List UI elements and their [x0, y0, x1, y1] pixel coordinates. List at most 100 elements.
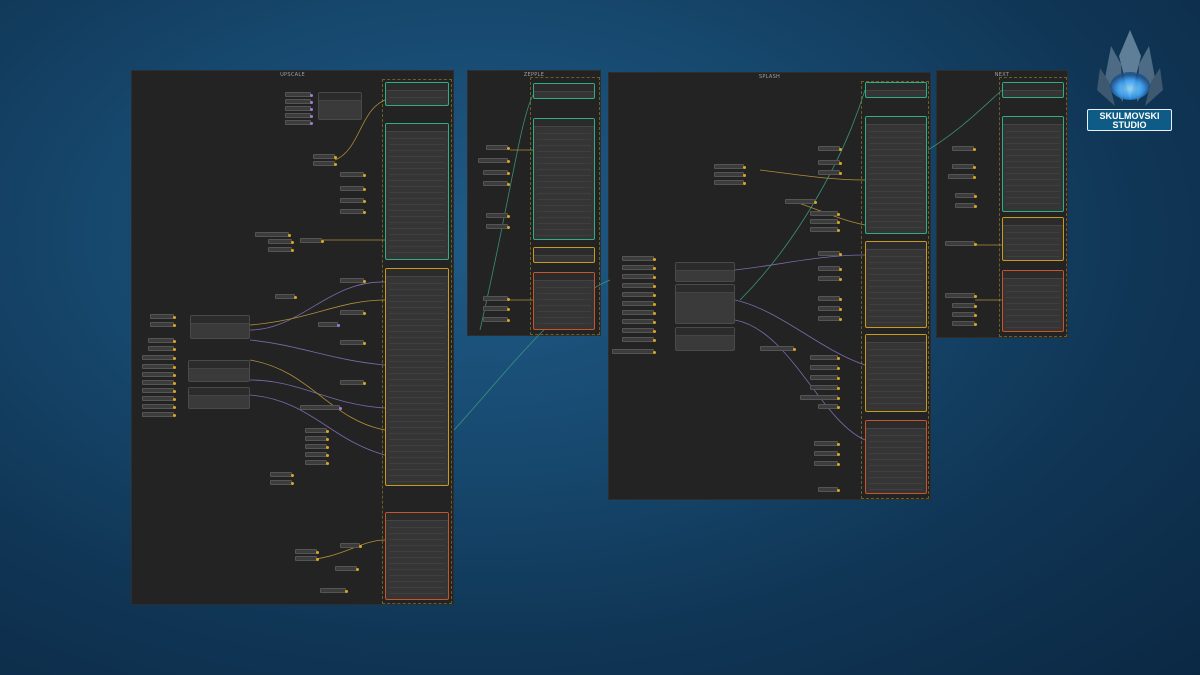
reroute-chip[interactable] [483, 306, 510, 311]
reroute-chip[interactable] [305, 460, 329, 465]
group-c-sampler-node[interactable] [865, 116, 927, 234]
reroute-chip[interactable] [800, 395, 840, 400]
reroute-chip[interactable] [478, 158, 510, 163]
reroute-chip[interactable] [622, 319, 656, 324]
reroute-chip[interactable] [142, 372, 176, 377]
reroute-chip[interactable] [270, 472, 294, 477]
reroute-chip[interactable] [622, 265, 656, 270]
reroute-chip[interactable] [142, 396, 176, 401]
reroute-chip[interactable] [295, 556, 319, 561]
reroute-chip[interactable] [814, 451, 840, 456]
group-a-save-node[interactable] [385, 512, 449, 600]
group-c-loader-node[interactable] [865, 82, 927, 98]
reroute-chip[interactable] [142, 380, 176, 385]
reroute-chip[interactable] [948, 174, 976, 179]
reroute-chip[interactable] [142, 388, 176, 393]
reroute-chip[interactable] [622, 274, 656, 279]
reroute-chip[interactable] [285, 106, 313, 111]
reroute-chip[interactable] [300, 238, 324, 243]
reroute-chip[interactable] [818, 487, 840, 492]
reroute-chip[interactable] [818, 306, 842, 311]
reroute-chip[interactable] [622, 337, 656, 342]
reroute-chip[interactable] [622, 283, 656, 288]
reroute-chip[interactable] [142, 364, 176, 369]
reroute-chip[interactable] [622, 301, 656, 306]
reroute-chip[interactable] [810, 227, 840, 232]
reroute-chip[interactable] [810, 365, 840, 370]
reroute-chip[interactable] [340, 340, 366, 345]
reroute-chip[interactable] [814, 441, 840, 446]
reroute-chip[interactable] [483, 181, 510, 186]
reroute-chip[interactable] [285, 120, 313, 125]
reroute-chip[interactable] [142, 412, 176, 417]
group-b-note-node[interactable] [533, 247, 595, 263]
reroute-chip[interactable] [955, 193, 977, 198]
group-c-pipe-node-3[interactable] [675, 327, 735, 351]
reroute-chip[interactable] [622, 310, 656, 315]
reroute-chip[interactable] [945, 241, 977, 246]
reroute-chip[interactable] [818, 251, 842, 256]
reroute-chip[interactable] [818, 266, 842, 271]
reroute-chip[interactable] [295, 549, 319, 554]
reroute-chip[interactable] [622, 292, 656, 297]
group-b-save-node[interactable] [533, 272, 595, 330]
reroute-chip[interactable] [714, 180, 746, 185]
reroute-chip[interactable] [142, 404, 176, 409]
reroute-chip[interactable] [810, 211, 840, 216]
reroute-chip[interactable] [760, 346, 796, 351]
reroute-chip[interactable] [483, 170, 510, 175]
reroute-chip[interactable] [340, 172, 366, 177]
reroute-chip[interactable] [285, 113, 313, 118]
group-c-save-node[interactable] [865, 420, 927, 494]
group-a-pipe-node-3[interactable] [188, 387, 250, 409]
reroute-chip[interactable] [148, 338, 176, 343]
group-a-sampler-node[interactable] [385, 123, 449, 260]
reroute-chip[interactable] [945, 293, 977, 298]
reroute-chip[interactable] [818, 276, 842, 281]
reroute-chip[interactable] [818, 160, 842, 165]
reroute-chip[interactable] [305, 436, 329, 441]
group-b-sampler-node[interactable] [533, 118, 595, 240]
reroute-chip[interactable] [320, 588, 348, 593]
reroute-chip[interactable] [486, 145, 510, 150]
reroute-chip[interactable] [150, 314, 176, 319]
reroute-chip[interactable] [818, 404, 840, 409]
reroute-chip[interactable] [305, 444, 329, 449]
group-a-loader-node[interactable] [385, 82, 449, 106]
reroute-chip[interactable] [952, 321, 977, 326]
reroute-chip[interactable] [810, 355, 840, 360]
reroute-chip[interactable] [305, 452, 329, 457]
reroute-chip[interactable] [952, 303, 977, 308]
group-c-pipe-node-1[interactable] [675, 262, 735, 282]
group-c-pipe-node-2[interactable] [675, 284, 735, 324]
reroute-chip[interactable] [300, 405, 342, 410]
reroute-chip[interactable] [483, 317, 510, 322]
reroute-chip[interactable] [148, 346, 176, 351]
reroute-chip[interactable] [255, 232, 291, 237]
group-a-pipe-node-1[interactable] [190, 315, 250, 339]
reroute-chip[interactable] [142, 355, 176, 360]
reroute-chip[interactable] [622, 328, 656, 333]
reroute-chip[interactable] [612, 349, 656, 354]
reroute-chip[interactable] [340, 310, 366, 315]
reroute-chip[interactable] [340, 543, 362, 548]
group-a-pipe-node-2[interactable] [188, 360, 250, 382]
reroute-chip[interactable] [818, 170, 842, 175]
group-c-upscale-node[interactable] [865, 241, 927, 328]
reroute-chip[interactable] [340, 380, 366, 385]
reroute-chip[interactable] [275, 294, 297, 299]
reroute-chip[interactable] [714, 172, 746, 177]
reroute-chip[interactable] [340, 198, 366, 203]
group-d-loader-node[interactable] [1002, 82, 1064, 98]
reroute-chip[interactable] [340, 186, 366, 191]
reroute-chip[interactable] [810, 219, 840, 224]
reroute-chip[interactable] [486, 213, 510, 218]
reroute-chip[interactable] [810, 375, 840, 380]
reroute-chip[interactable] [952, 146, 976, 151]
reroute-chip[interactable] [483, 296, 510, 301]
reroute-chip[interactable] [313, 154, 337, 159]
reroute-chip[interactable] [340, 209, 366, 214]
group-b-loader-node[interactable] [533, 83, 595, 99]
reroute-chip[interactable] [335, 566, 359, 571]
reroute-chip[interactable] [340, 278, 366, 283]
